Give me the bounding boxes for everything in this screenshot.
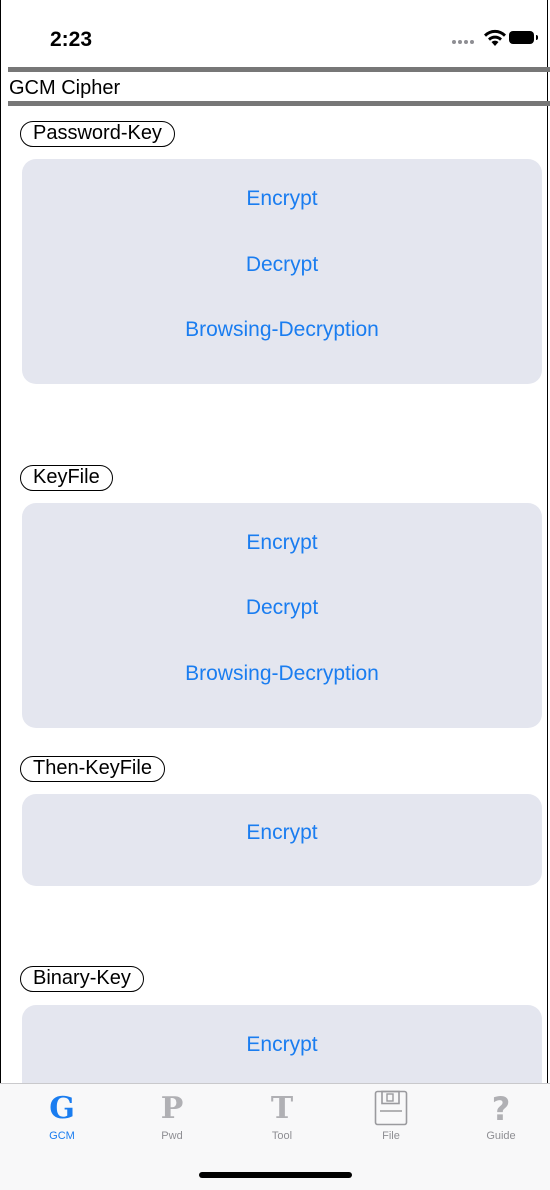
tab-pwd-label: Pwd (161, 1130, 183, 1142)
tab-bar: G GCM P Pwd T Tool File ? Guide (0, 1083, 550, 1190)
section-label-then-keyfile: Then-KeyFile (20, 756, 165, 782)
tab-tool[interactable]: T Tool (227, 1084, 337, 1154)
title-divider-top (8, 67, 550, 72)
title-divider-bottom (8, 101, 550, 106)
tab-file[interactable]: File (336, 1084, 446, 1154)
password-key-card: Encrypt Decrypt Browsing-Decryption (22, 159, 542, 384)
password-key-browsing-decryption-button[interactable]: Browsing-Decryption (22, 316, 542, 344)
gcm-icon: G (49, 1091, 75, 1126)
tab-gcm-label: GCM (49, 1130, 75, 1142)
page-title: GCM Cipher (9, 77, 121, 99)
keyfile-encrypt-button[interactable]: Encrypt (22, 529, 542, 557)
signal-icon (452, 40, 478, 46)
battery-icon (509, 31, 538, 44)
then-keyfile-card: Encrypt (22, 794, 542, 886)
tab-pwd[interactable]: P Pwd (117, 1084, 227, 1154)
question-mark-icon: ? (491, 1090, 511, 1128)
floppy-disk-icon (374, 1090, 408, 1126)
tab-tool-label: Tool (271, 1130, 293, 1142)
section-label-binary-key: Binary-Key (20, 966, 144, 992)
tab-guide-label: Guide (486, 1130, 516, 1142)
wifi-icon (484, 29, 506, 46)
section-label-password-key: Password-Key (20, 121, 175, 147)
status-bar: 2:23 (0, 0, 550, 66)
keyfile-decrypt-button[interactable]: Decrypt (22, 594, 542, 622)
tab-file-label: File (382, 1130, 400, 1142)
then-keyfile-encrypt-button[interactable]: Encrypt (22, 819, 542, 847)
tab-gcm[interactable]: G GCM (7, 1084, 117, 1154)
tab-guide[interactable]: ? Guide (446, 1084, 550, 1154)
binary-key-encrypt-button[interactable]: Encrypt (22, 1031, 542, 1059)
keyfile-browsing-decryption-button[interactable]: Browsing-Decryption (22, 660, 542, 688)
password-key-decrypt-button[interactable]: Decrypt (22, 251, 542, 279)
section-label-keyfile: KeyFile (20, 465, 113, 491)
pwd-icon: P (160, 1091, 184, 1126)
tool-icon: T (270, 1091, 294, 1126)
home-indicator (199, 1172, 352, 1178)
password-key-encrypt-button[interactable]: Encrypt (22, 185, 542, 213)
keyfile-card: Encrypt Decrypt Browsing-Decryption (22, 503, 542, 728)
status-time: 2:23 (50, 28, 93, 51)
